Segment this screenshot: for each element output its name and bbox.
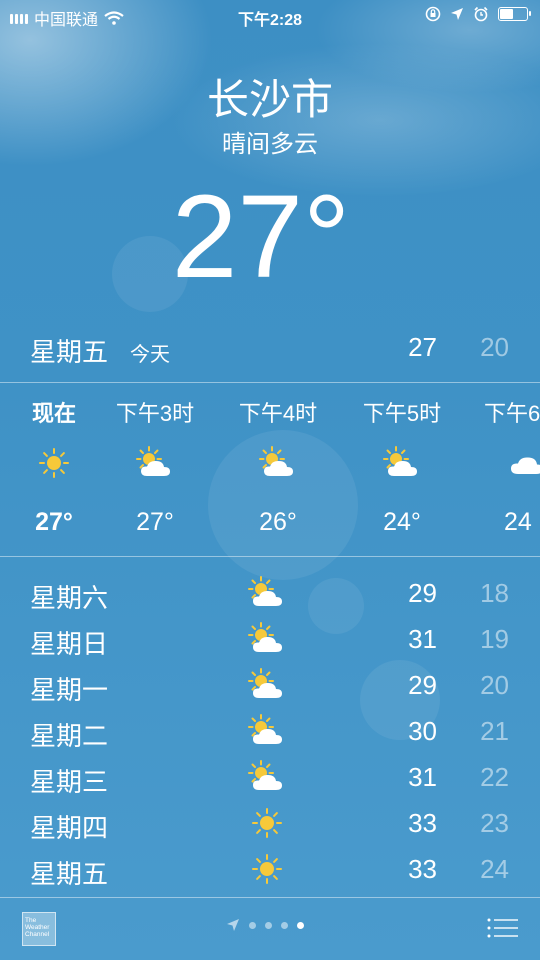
hour-temperature: 24° <box>383 508 421 536</box>
daily-forecast[interactable]: 星期六 29 18 星期日 31 19 星期一 29 20 星期二 30 21 … <box>0 570 540 892</box>
day-low: 20 <box>480 670 509 700</box>
current-temperature: 27° <box>171 171 351 303</box>
hour-temperature: 26° <box>259 508 297 536</box>
day-low: 21 <box>480 716 509 746</box>
day-low: 23 <box>480 808 509 838</box>
day-row: 星期五 33 24 <box>0 846 540 892</box>
page-dot <box>249 921 256 929</box>
page-dot <box>281 921 288 929</box>
day-name: 星期四 <box>30 813 109 843</box>
hour-temperature: 24 <box>504 508 532 536</box>
day-row: 星期六 29 18 <box>0 570 540 616</box>
partly-cloudy-icon <box>382 446 422 480</box>
day-name: 星期五 <box>30 859 109 889</box>
day-name: 星期二 <box>30 721 109 751</box>
day-name: 星期一 <box>30 675 109 705</box>
orientation-lock-icon <box>425 6 441 22</box>
day-row: 星期三 31 22 <box>0 754 540 800</box>
today-day: 星期五 <box>30 337 109 367</box>
partly-cloudy-icon <box>246 622 288 656</box>
location-icon <box>451 8 463 20</box>
sun-icon <box>34 446 74 480</box>
day-high: 31 <box>408 624 437 654</box>
today-low: 20 <box>480 332 509 362</box>
city-name: 长沙市 <box>206 76 333 123</box>
day-high: 33 <box>408 808 437 838</box>
day-high: 31 <box>408 762 437 792</box>
sun-icon <box>246 852 288 886</box>
status-bar: 中国联通 下午2:28 <box>0 0 540 30</box>
sun-icon <box>246 806 288 840</box>
day-high: 29 <box>408 578 437 608</box>
hourly-forecast[interactable]: 现在 27° 下午3时 27° 下午4时 26° 下午5时 24° 下午6 24 <box>0 384 540 556</box>
day-row: 星期二 30 21 <box>0 708 540 754</box>
day-high: 33 <box>408 854 437 884</box>
battery-icon <box>498 7 531 21</box>
page-indicator[interactable] <box>226 918 304 932</box>
alarm-icon <box>474 6 488 22</box>
day-row: 星期日 31 19 <box>0 616 540 662</box>
hour-label: 下午6 <box>484 401 540 426</box>
hour-label: 下午3时 <box>115 401 195 426</box>
day-name: 星期日 <box>30 629 109 659</box>
today-summary: 星期五 今天 27 20 <box>0 328 540 368</box>
divider <box>0 556 540 557</box>
weather-channel-logo[interactable]: The Weather Channel <box>22 912 56 946</box>
partly-cloudy-icon <box>246 576 288 610</box>
hour-label: 下午5时 <box>362 401 442 426</box>
battery-level <box>500 9 514 19</box>
day-low: 24 <box>480 854 509 884</box>
hour-temperature: 27° <box>136 508 174 536</box>
day-high: 29 <box>408 670 437 700</box>
partly-cloudy-icon <box>135 446 175 480</box>
divider <box>0 382 540 383</box>
day-high: 30 <box>408 716 437 746</box>
day-name: 星期六 <box>30 583 109 613</box>
day-low: 22 <box>480 762 509 792</box>
weather-condition: 晴间多云 <box>222 131 318 158</box>
day-low: 18 <box>480 578 509 608</box>
day-low: 19 <box>480 624 509 654</box>
partly-cloudy-icon <box>246 760 288 794</box>
partly-cloudy-icon <box>246 668 288 702</box>
cloud-icon <box>506 446 540 480</box>
hour-label: 下午4时 <box>238 401 318 426</box>
today-label: 今天 <box>130 344 170 366</box>
day-row: 星期一 29 20 <box>0 662 540 708</box>
partly-cloudy-icon <box>246 714 288 748</box>
today-high: 27 <box>408 332 437 362</box>
bottom-bar: The Weather Channel <box>0 898 540 960</box>
partly-cloudy-icon <box>258 446 298 480</box>
day-row: 星期四 33 23 <box>0 800 540 846</box>
location-arrow-icon <box>227 919 239 931</box>
page-dot <box>265 921 272 929</box>
list-icon[interactable] <box>486 916 518 940</box>
page-dot-active <box>297 921 304 929</box>
day-name: 星期三 <box>30 767 109 797</box>
